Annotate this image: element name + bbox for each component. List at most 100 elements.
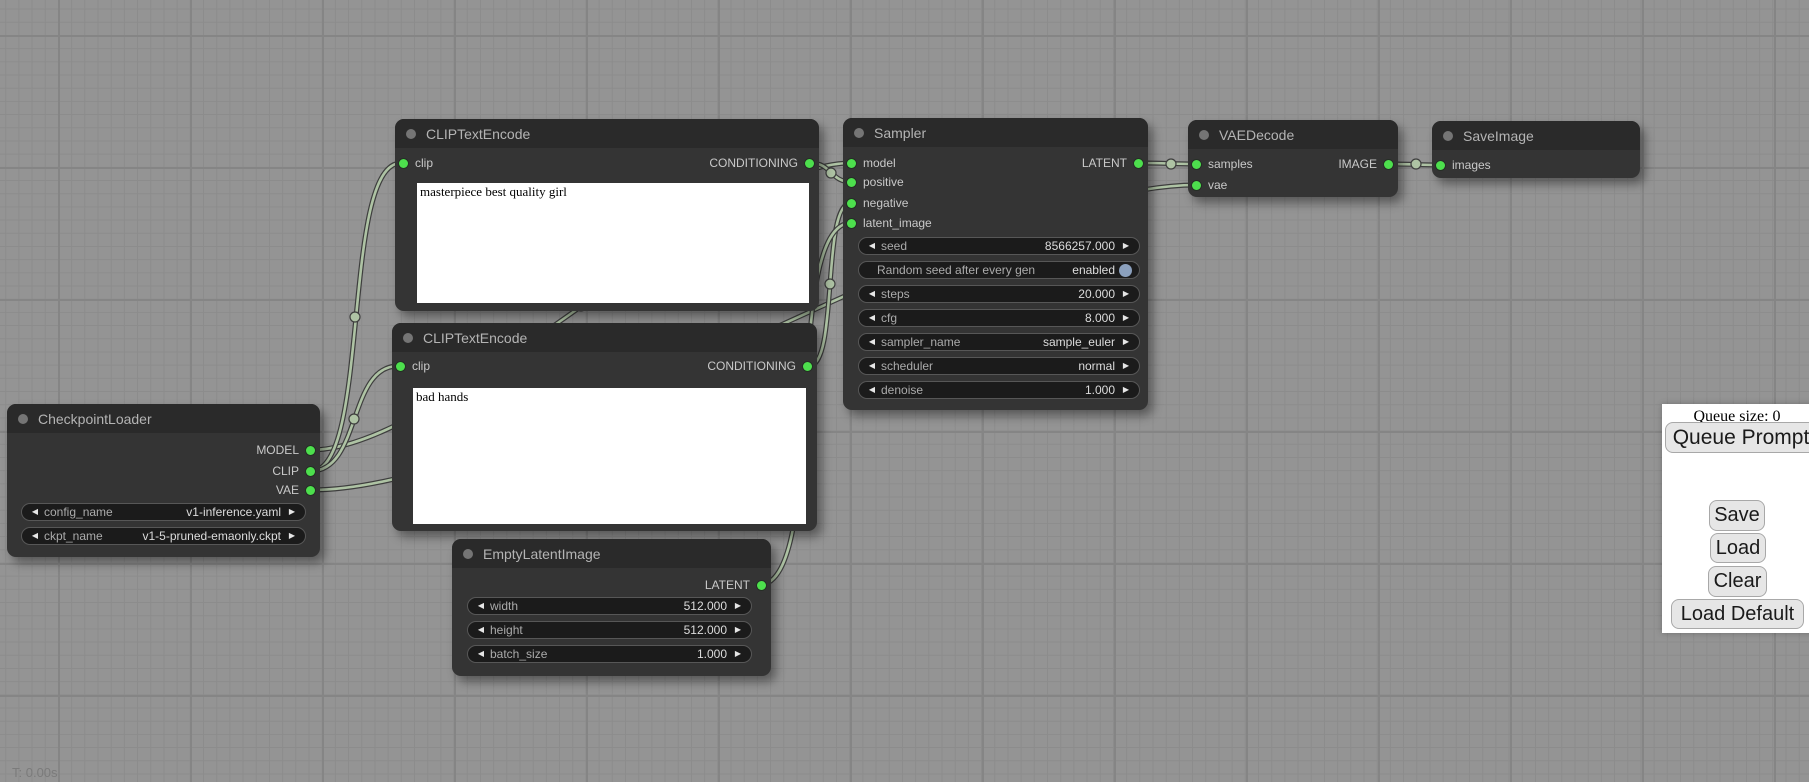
decrement-arrow-icon[interactable]: ◀ [28, 503, 42, 521]
widget-steps[interactable]: ◀ steps 20.000 ▶ [858, 285, 1140, 303]
input-slot-icon[interactable] [1436, 161, 1445, 170]
widget-ckpt-name[interactable]: ◀ ckpt_name v1-5-pruned-emaonly.ckpt ▶ [21, 527, 306, 545]
widget-value: 20.000 [1078, 287, 1115, 301]
increment-arrow-icon[interactable]: ▶ [731, 597, 745, 615]
widget-batch-size[interactable]: ◀ batch_size 1.000 ▶ [467, 645, 752, 663]
output-port-clip[interactable]: CLIP [272, 462, 315, 480]
node-collapse-dot-icon[interactable] [406, 129, 416, 139]
output-port-vae[interactable]: VAE [276, 481, 315, 499]
decrement-arrow-icon[interactable]: ◀ [865, 381, 879, 399]
node-collapse-dot-icon[interactable] [18, 414, 28, 424]
decrement-arrow-icon[interactable]: ◀ [28, 527, 42, 545]
widget-config-name[interactable]: ◀ config_name v1-inference.yaml ▶ [21, 503, 306, 521]
decrement-arrow-icon[interactable]: ◀ [865, 357, 879, 375]
node-checkpoint-loader-titlebar[interactable]: CheckpointLoader [7, 404, 320, 433]
decrement-arrow-icon[interactable]: ◀ [865, 285, 879, 303]
output-slot-icon[interactable] [1384, 160, 1393, 169]
node-vae-decode[interactable]: VAEDecode samples vae IMAGE [1188, 120, 1398, 197]
input-slot-icon[interactable] [1192, 181, 1201, 190]
widget-denoise[interactable]: ◀ denoise 1.000 ▶ [858, 381, 1140, 399]
output-slot-icon[interactable] [803, 362, 812, 371]
increment-arrow-icon[interactable]: ▶ [731, 621, 745, 639]
increment-arrow-icon[interactable]: ▶ [1119, 285, 1133, 303]
prompt-textarea[interactable]: bad hands [413, 388, 806, 524]
widget-seed[interactable]: ◀ seed 8566257.000 ▶ [858, 237, 1140, 255]
node-collapse-dot-icon[interactable] [403, 333, 413, 343]
decrement-arrow-icon[interactable]: ◀ [474, 645, 488, 663]
node-vae-decode-titlebar[interactable]: VAEDecode [1188, 120, 1398, 149]
widget-height[interactable]: ◀ height 512.000 ▶ [467, 621, 752, 639]
increment-arrow-icon[interactable]: ▶ [731, 645, 745, 663]
input-slot-icon[interactable] [396, 362, 405, 371]
increment-arrow-icon[interactable]: ▶ [285, 503, 299, 521]
decrement-arrow-icon[interactable]: ◀ [474, 621, 488, 639]
input-port-clip[interactable]: clip [399, 154, 433, 172]
output-slot-icon[interactable] [306, 467, 315, 476]
node-save-image[interactable]: SaveImage images [1432, 121, 1640, 178]
output-port-latent[interactable]: LATENT [705, 576, 766, 594]
decrement-arrow-icon[interactable]: ◀ [865, 309, 879, 327]
increment-arrow-icon[interactable]: ▶ [1119, 381, 1133, 399]
node-collapse-dot-icon[interactable] [1443, 131, 1453, 141]
input-port-model[interactable]: model [847, 154, 896, 172]
output-slot-icon[interactable] [757, 581, 766, 590]
input-slot-icon[interactable] [847, 178, 856, 187]
increment-arrow-icon[interactable]: ▶ [285, 527, 299, 545]
output-slot-icon[interactable] [306, 446, 315, 455]
load-button[interactable]: Load [1710, 533, 1766, 563]
comfyui-canvas[interactable]: { "canvas": { "timer_text": "T: 0.00s" }… [0, 0, 1809, 782]
node-save-image-titlebar[interactable]: SaveImage [1432, 121, 1640, 150]
input-port-negative[interactable]: negative [847, 194, 908, 212]
input-slot-icon[interactable] [399, 159, 408, 168]
decrement-arrow-icon[interactable]: ◀ [865, 333, 879, 351]
node-sampler-titlebar[interactable]: Sampler [843, 118, 1148, 147]
output-port-latent[interactable]: LATENT [1082, 154, 1143, 172]
widget-random-seed-toggle[interactable]: Random seed after every gen enabled [858, 261, 1140, 279]
input-slot-icon[interactable] [847, 219, 856, 228]
output-port-conditioning[interactable]: CONDITIONING [707, 357, 812, 375]
output-slot-icon[interactable] [1134, 159, 1143, 168]
increment-arrow-icon[interactable]: ▶ [1119, 333, 1133, 351]
output-port-conditioning[interactable]: CONDITIONING [709, 154, 814, 172]
output-port-model[interactable]: MODEL [256, 441, 315, 459]
node-clip-text-encode-negative[interactable]: CLIPTextEncode clip CONDITIONING bad han… [392, 323, 817, 531]
clear-button[interactable]: Clear [1708, 566, 1767, 597]
node-collapse-dot-icon[interactable] [854, 128, 864, 138]
load-default-button[interactable]: Load Default [1671, 599, 1804, 629]
queue-prompt-button[interactable]: Queue Prompt [1665, 422, 1809, 453]
input-slot-icon[interactable] [847, 159, 856, 168]
prompt-textarea[interactable]: masterpiece best quality girl [417, 183, 809, 303]
widget-width[interactable]: ◀ width 512.000 ▶ [467, 597, 752, 615]
increment-arrow-icon[interactable]: ▶ [1119, 357, 1133, 375]
input-port-vae[interactable]: vae [1192, 176, 1227, 194]
widget-value: 1.000 [1085, 383, 1115, 397]
output-port-image[interactable]: IMAGE [1338, 155, 1393, 173]
widget-scheduler[interactable]: ◀ scheduler normal ▶ [858, 357, 1140, 375]
input-slot-icon[interactable] [847, 199, 856, 208]
node-clip-text-encode-titlebar[interactable]: CLIPTextEncode [395, 119, 819, 148]
node-clip-text-encode-positive[interactable]: CLIPTextEncode clip CONDITIONING masterp… [395, 119, 819, 311]
node-sampler[interactable]: Sampler model positive negative latent_i… [843, 118, 1148, 410]
increment-arrow-icon[interactable]: ▶ [1119, 309, 1133, 327]
input-slot-icon[interactable] [1192, 160, 1201, 169]
node-empty-latent-image-titlebar[interactable]: EmptyLatentImage [452, 539, 771, 568]
decrement-arrow-icon[interactable]: ◀ [865, 237, 879, 255]
increment-arrow-icon[interactable]: ▶ [1119, 237, 1133, 255]
node-checkpoint-loader[interactable]: CheckpointLoader MODEL CLIP VAE ◀ config… [7, 404, 320, 557]
output-slot-icon[interactable] [805, 159, 814, 168]
input-port-images[interactable]: images [1436, 156, 1491, 174]
decrement-arrow-icon[interactable]: ◀ [474, 597, 488, 615]
node-collapse-dot-icon[interactable] [1199, 130, 1209, 140]
input-port-samples[interactable]: samples [1192, 155, 1253, 173]
node-clip-text-encode-titlebar[interactable]: CLIPTextEncode [392, 323, 817, 352]
input-port-clip[interactable]: clip [396, 357, 430, 375]
widget-sampler-name[interactable]: ◀ sampler_name sample_euler ▶ [858, 333, 1140, 351]
widget-cfg[interactable]: ◀ cfg 8.000 ▶ [858, 309, 1140, 327]
node-collapse-dot-icon[interactable] [463, 549, 473, 559]
input-port-positive[interactable]: positive [847, 173, 904, 191]
output-slot-icon[interactable] [306, 486, 315, 495]
save-button[interactable]: Save [1709, 500, 1765, 531]
input-port-latent-image[interactable]: latent_image [847, 214, 932, 232]
node-empty-latent-image[interactable]: EmptyLatentImage LATENT ◀ width 512.000 … [452, 539, 771, 676]
toggle-indicator-icon[interactable] [1119, 264, 1132, 277]
